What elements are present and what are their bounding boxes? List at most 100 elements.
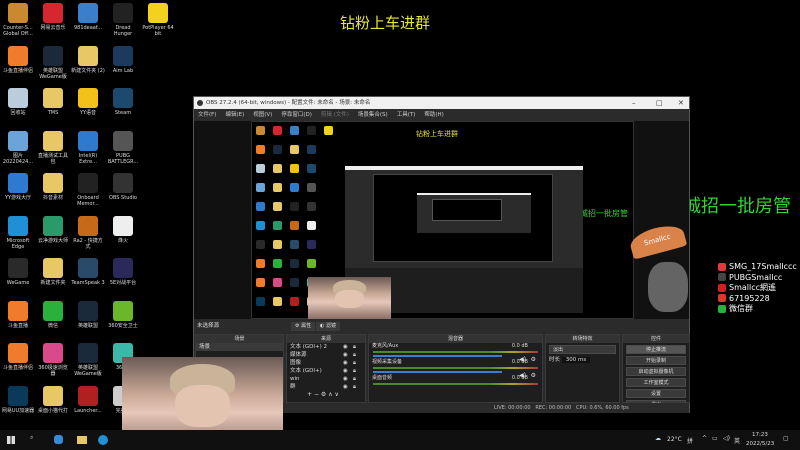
clock-time[interactable]: 17:23 bbox=[752, 432, 768, 438]
desktop-icon[interactable]: WeGame bbox=[1, 258, 35, 286]
desktop-icon[interactable]: 云净游戏大师 bbox=[36, 215, 70, 244]
desktop-icon[interactable]: Microsoft Edge bbox=[1, 215, 35, 250]
desktop-icon[interactable]: 网易UU加速器 bbox=[1, 385, 35, 414]
menu-edit[interactable]: 编辑(E) bbox=[225, 109, 244, 121]
source-item[interactable]: win ◉ 🔒︎ bbox=[287, 375, 365, 383]
file-explorer-icon[interactable] bbox=[77, 436, 87, 444]
notification-icon[interactable]: ▢ bbox=[783, 435, 789, 442]
stop-streaming-button[interactable]: 停止推流 bbox=[626, 345, 686, 354]
clock-date[interactable]: 2022/5/23 bbox=[746, 441, 774, 447]
down-icon[interactable]: ∨ bbox=[335, 391, 339, 398]
edge-icon[interactable] bbox=[98, 435, 108, 445]
desktop-icon[interactable]: 烽火 bbox=[106, 215, 140, 244]
menu-file[interactable]: 文件(F) bbox=[198, 109, 216, 121]
close-button[interactable]: ✕ bbox=[678, 97, 684, 109]
volume-icon[interactable]: ◁) bbox=[723, 435, 730, 442]
maximize-button[interactable]: □ bbox=[656, 97, 663, 109]
desktop-icon[interactable]: YY语音 bbox=[71, 88, 105, 116]
desktop-icon[interactable]: 斗鱼直播伴侣 bbox=[1, 343, 35, 371]
desktop-icon[interactable]: PUBG BATTLEGR... bbox=[106, 130, 140, 165]
settings-button[interactable]: 设置 bbox=[626, 389, 686, 398]
cortana-icon[interactable] bbox=[54, 435, 63, 444]
ime-indicator[interactable]: 拼 bbox=[687, 436, 693, 445]
source-item[interactable]: 媒体源 ◉ 🔒︎ bbox=[287, 351, 365, 359]
remove-icon[interactable]: − bbox=[314, 391, 319, 398]
desktop-icon[interactable]: 英雄联盟 WeGame版 bbox=[36, 45, 70, 80]
source-item[interactable]: 文本 (GDI+) 2 ◉ 🔒︎ bbox=[287, 343, 365, 351]
start-button[interactable] bbox=[7, 436, 15, 444]
desktop-icon[interactable]: TMS bbox=[36, 88, 70, 116]
menu-help[interactable]: 帮助(H) bbox=[424, 109, 443, 121]
desktop-icon[interactable]: YY游戏大厅 bbox=[1, 173, 35, 201]
minimize-button[interactable]: – bbox=[632, 97, 636, 109]
menu-docks[interactable]: 停靠窗口(D) bbox=[281, 109, 312, 121]
up-icon[interactable]: ∧ bbox=[328, 391, 332, 398]
desktop-icon[interactable]: 斗鱼直播伴侣 bbox=[1, 45, 35, 74]
desktop-icon[interactable]: TeamSpeak 3 bbox=[71, 258, 105, 286]
menu-tools[interactable]: 工具(T) bbox=[397, 109, 416, 121]
source-item[interactable]: 图像 ◉ 🔒︎ bbox=[287, 359, 365, 367]
menu-view[interactable]: 视图(V) bbox=[253, 109, 272, 121]
desktop-icon[interactable]: 抖音素材 bbox=[36, 173, 70, 201]
preview-area[interactable]: 钻粉上车进群 诚招一批房管 bbox=[194, 121, 689, 319]
properties-button[interactable]: ⚙ 属性 bbox=[291, 322, 316, 331]
network-icon[interactable]: ▭ bbox=[712, 435, 718, 442]
menu-scene-collection[interactable]: 场景集合(S) bbox=[358, 109, 388, 121]
desktop-icon[interactable]: Launcher... bbox=[71, 385, 105, 414]
weather-temp[interactable]: 22°C bbox=[667, 436, 682, 443]
desktop-icon[interactable]: Dread Hunger bbox=[106, 3, 140, 37]
desktop-icon[interactable]: 981deaaf... bbox=[71, 3, 105, 31]
lock-icon[interactable]: 🔒︎ bbox=[353, 343, 356, 351]
filters-button[interactable]: ◐ 滤镜 bbox=[316, 322, 340, 331]
virtual-camera-button[interactable]: 启动虚拟摄像机 bbox=[626, 367, 686, 376]
desktop-icon[interactable]: Intel(R) Extre... bbox=[71, 130, 105, 165]
lock-icon[interactable]: 🔒︎ bbox=[353, 359, 356, 367]
desktop-icon[interactable]: 直播测试工具包 bbox=[36, 130, 70, 165]
desktop-icon[interactable]: 新建文件夹 bbox=[36, 258, 70, 286]
menu-clip[interactable]: 剪辑 (文件) bbox=[321, 109, 349, 121]
duration-input[interactable]: 300 ms bbox=[561, 357, 591, 363]
tray-chevron-icon[interactable]: ^ bbox=[702, 435, 707, 442]
lock-icon[interactable]: 🔒︎ bbox=[353, 375, 356, 383]
volume-slider[interactable] bbox=[373, 355, 502, 357]
scene-item[interactable]: 场景 bbox=[196, 343, 283, 351]
lock-icon[interactable]: 🔒︎ bbox=[353, 383, 356, 391]
desktop-icon[interactable]: Counter-S... Global Off... bbox=[1, 3, 35, 37]
desktop-icon[interactable]: 图片 20220424... bbox=[1, 130, 35, 165]
start-recording-button[interactable]: 开始录制 bbox=[626, 356, 686, 365]
desktop-icon[interactable]: 5E对战平台 bbox=[106, 258, 140, 286]
desktop-icon[interactable]: 360安全卫士 bbox=[106, 300, 140, 329]
eye-icon[interactable]: ◉ bbox=[343, 359, 348, 367]
eye-icon[interactable]: ◉ bbox=[343, 367, 348, 375]
eye-icon[interactable]: ◉ bbox=[343, 351, 348, 359]
desktop-icon[interactable]: 英雄联盟 WeGame版 bbox=[71, 343, 105, 377]
desktop-icon[interactable]: Ra2 - 快捷方式 bbox=[71, 215, 105, 250]
add-icon[interactable]: + bbox=[307, 391, 312, 398]
eye-icon[interactable]: ◉ bbox=[343, 343, 348, 351]
desktop-icon[interactable]: 网易云音乐 bbox=[36, 3, 70, 31]
desktop-icon[interactable]: 英雄联盟 bbox=[71, 300, 105, 329]
studio-mode-button[interactable]: 工作室模式 bbox=[626, 378, 686, 387]
source-item[interactable]: 群 ◉ 🔒︎ bbox=[287, 383, 365, 391]
desktop-icon[interactable]: 桌面小猫代打 bbox=[36, 385, 70, 414]
desktop-icon[interactable]: 微信 bbox=[36, 300, 70, 329]
gear-icon[interactable]: ⚙ bbox=[321, 391, 326, 398]
desktop-icon[interactable]: Aim Lab bbox=[106, 45, 140, 74]
desktop-icon[interactable]: Onboard Memor... bbox=[71, 173, 105, 207]
search-icon[interactable]: ⌕ bbox=[30, 434, 33, 442]
source-item[interactable]: 文本 (GDI+) ◉ 🔒︎ bbox=[287, 367, 365, 375]
eye-icon[interactable]: ◉ bbox=[343, 375, 348, 383]
desktop-icon[interactable]: 回收站 bbox=[1, 88, 35, 116]
eye-icon[interactable]: ◉ bbox=[343, 383, 348, 391]
volume-slider[interactable] bbox=[373, 371, 502, 373]
desktop-icon[interactable]: PotPlayer 64 bit bbox=[141, 3, 175, 37]
language-indicator[interactable]: 英 bbox=[734, 436, 740, 445]
lock-icon[interactable]: 🔒︎ bbox=[353, 367, 356, 375]
desktop-icon[interactable]: 斗鱼直播 bbox=[1, 300, 35, 329]
desktop-icon[interactable]: 360极速浏览器 bbox=[36, 343, 70, 377]
desktop-icon[interactable]: 新建文件夹 (2) bbox=[71, 45, 105, 74]
desktop-icon[interactable]: OBS Studio bbox=[106, 173, 140, 201]
desktop-icon[interactable]: Steam bbox=[106, 88, 140, 116]
transition-select[interactable]: 淡出 bbox=[549, 345, 616, 354]
lock-icon[interactable]: 🔒︎ bbox=[353, 351, 356, 359]
